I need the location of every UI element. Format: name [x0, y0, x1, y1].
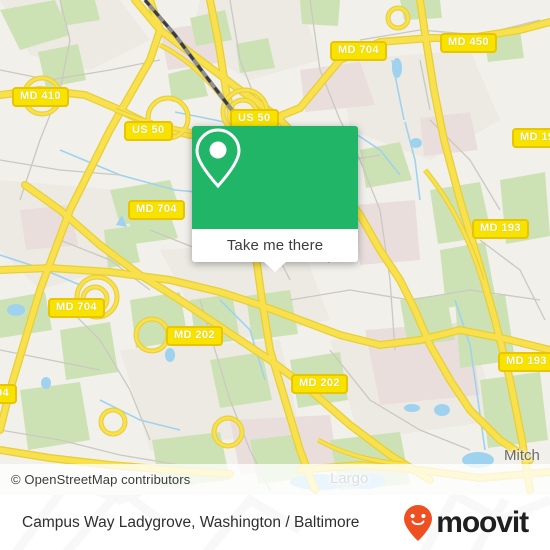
road-shield: MD 202 [166, 326, 223, 346]
road-shield: MD 193 [498, 352, 550, 372]
road-shield: MD 704 [330, 41, 387, 61]
road-shield: US 50 [124, 121, 173, 141]
road-shield: MD 202 [291, 374, 348, 394]
road-shield: 04 [0, 384, 18, 404]
footer-bar: Campus Way Ladygrove, Washington / Balti… [0, 495, 550, 550]
road-shield: MD 704 [48, 298, 105, 318]
road-shield: MD 450 [440, 33, 497, 53]
map-pin-icon [195, 128, 241, 189]
moovit-wordmark: moovit [436, 505, 529, 539]
attribution-bar: © OpenStreetMap contributors [0, 464, 550, 495]
moovit-logo[interactable]: moovit [403, 504, 550, 542]
road-shield: MD 193 [512, 128, 550, 148]
callout-action-area[interactable]: Take me there [192, 229, 358, 262]
footer-location-title: Campus Way Ladygrove, Washington / Balti… [22, 513, 360, 531]
map-canvas[interactable]: MD 704MD 450MD 410US 50MD 193US 50MD 704… [0, 0, 550, 495]
location-callout-card[interactable]: Take me there [192, 126, 358, 262]
callout-pin-area [192, 126, 358, 229]
callout-tail [264, 262, 286, 272]
moovit-smiley-pin-icon [404, 504, 433, 541]
place-label: Mitch [504, 447, 540, 464]
road-shield: MD 704 [128, 200, 185, 220]
road-shield: MD 410 [12, 87, 69, 107]
osm-attribution[interactable]: © OpenStreetMap contributors [0, 472, 190, 487]
road-shield: MD 193 [472, 219, 529, 239]
take-me-there-label: Take me there [226, 237, 324, 254]
moovit-map-screenshot: MD 704MD 450MD 410US 50MD 193US 50MD 704… [0, 0, 550, 550]
